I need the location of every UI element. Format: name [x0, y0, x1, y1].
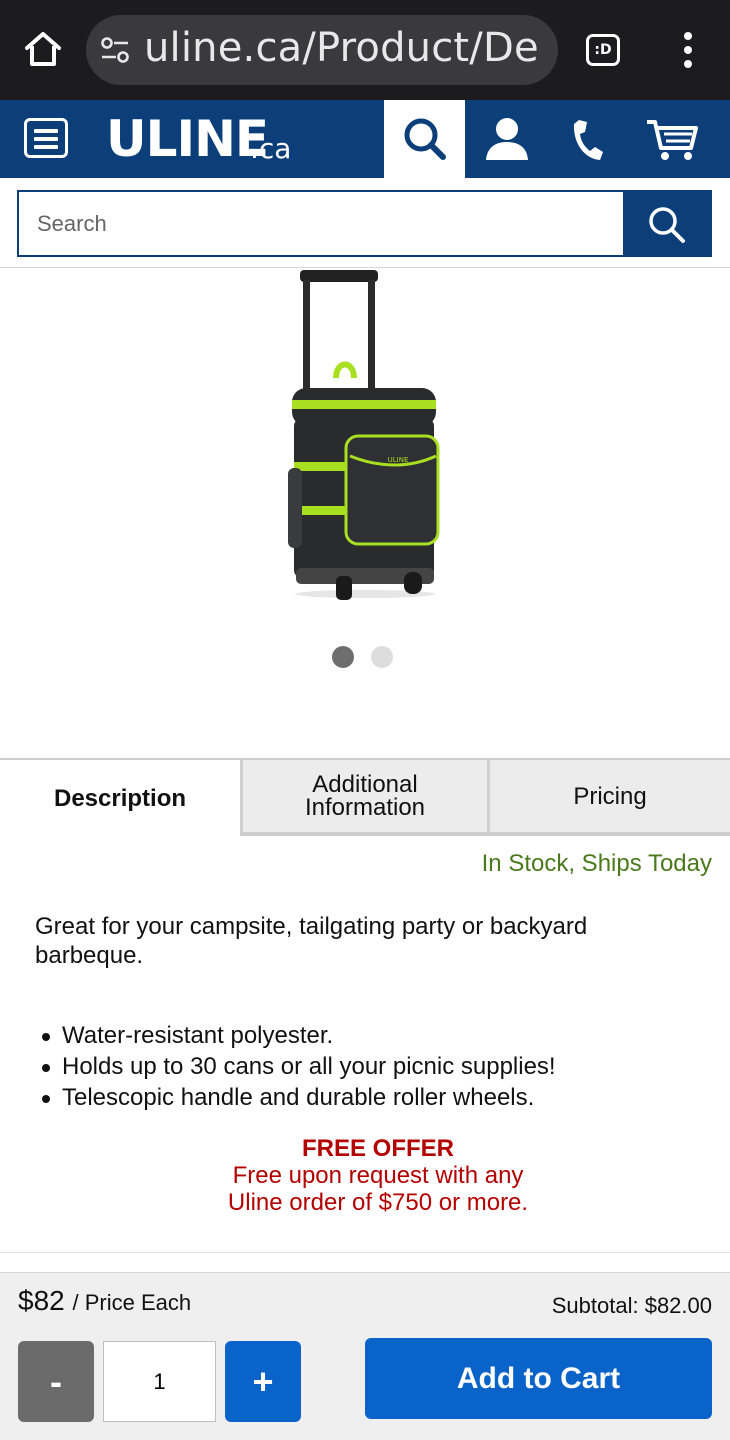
divider — [0, 1252, 730, 1253]
buy-bar: $82 / Price Each Subtotal: $82.00 - + Ad… — [0, 1272, 730, 1440]
tab-description[interactable]: Description — [0, 760, 240, 836]
account-icon[interactable] — [482, 114, 532, 164]
tabs-icon[interactable]: :D — [586, 34, 620, 66]
product-gallery: ULINE — [0, 268, 730, 758]
add-to-cart-button[interactable]: Add to Cart — [365, 1338, 712, 1419]
address-bar[interactable]: uline.ca/Product/De — [86, 15, 558, 85]
free-offer-title: FREE OFFER — [301, 1135, 454, 1162]
free-offer-line: Free upon request with any — [232, 1162, 524, 1189]
price: $82 / Price Each — [18, 1285, 191, 1317]
free-offer-line: Uline order of $750 or more. — [227, 1189, 529, 1216]
list-item: Holds up to 30 cans or all your picnic s… — [40, 1051, 710, 1082]
more-vert-icon[interactable] — [678, 32, 698, 68]
site-header: ULINE .ca — [0, 100, 730, 178]
product-logo: ULINE — [388, 456, 409, 464]
decrease-quantity-button[interactable]: - — [18, 1341, 94, 1422]
product-tabs: Description Additional Information Prici… — [0, 758, 730, 836]
list-item: Telescopic handle and durable roller whe… — [40, 1082, 710, 1113]
slide-dot-1[interactable] — [332, 646, 354, 668]
slide-dot-2[interactable] — [371, 646, 393, 668]
quantity-input[interactable] — [103, 1341, 216, 1422]
product-description: Great for your campsite, tailgating part… — [35, 913, 588, 969]
search-input[interactable] — [17, 190, 623, 257]
slide-indicator — [332, 646, 402, 670]
feature-list: Water-resistant polyester. Holds up to 3… — [40, 1020, 710, 1113]
site-settings-icon[interactable] — [100, 36, 130, 64]
price-unit: / Price Each — [72, 1290, 192, 1315]
increase-quantity-button[interactable]: + — [225, 1341, 301, 1422]
price-value: $82 — [18, 1285, 65, 1316]
browser-toolbar: uline.ca/Product/De :D — [0, 0, 730, 100]
search-toggle[interactable] — [384, 100, 465, 178]
url-text[interactable]: uline.ca/Product/De — [144, 25, 539, 71]
product-image[interactable]: ULINE — [270, 268, 460, 608]
search-icon — [404, 118, 446, 160]
free-offer: FREE OFFER Free upon request with any Ul… — [0, 1135, 730, 1216]
search-bar — [0, 178, 730, 268]
home-icon[interactable] — [22, 28, 64, 70]
site-logo[interactable]: ULINE — [106, 110, 269, 168]
list-item: Water-resistant polyester. — [40, 1020, 710, 1051]
cart-icon[interactable] — [644, 114, 700, 164]
phone-icon[interactable] — [563, 114, 613, 164]
subtotal: Subtotal: $82.00 — [551, 1293, 712, 1318]
site-logo-suffix[interactable]: .ca — [250, 132, 291, 165]
search-button[interactable] — [623, 190, 712, 257]
stock-status: In Stock, Ships Today — [481, 850, 712, 877]
menu-icon[interactable] — [24, 118, 68, 158]
tab-pricing[interactable]: Pricing — [487, 760, 730, 836]
tab-additional-information[interactable]: Additional Information — [240, 760, 487, 836]
search-icon — [649, 207, 685, 243]
